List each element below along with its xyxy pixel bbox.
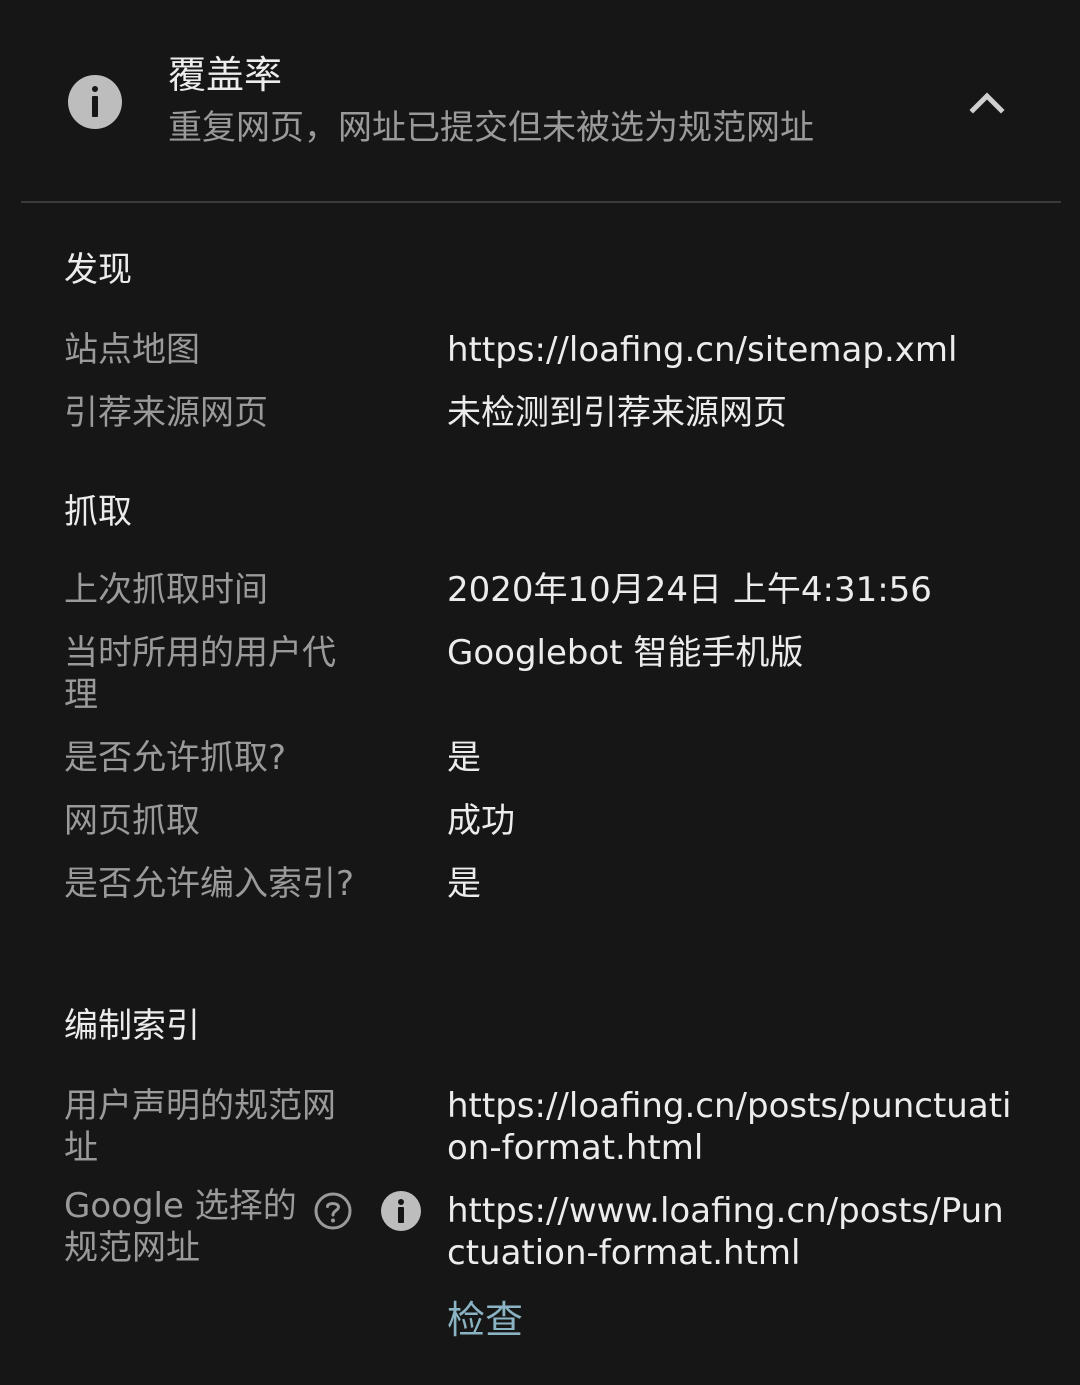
info-icon[interactable] (381, 1191, 421, 1231)
value-user-agent: Googlebot 智能手机版 (447, 633, 804, 673)
label-last-crawl: 上次抓取时间 (64, 570, 268, 610)
label-crawl-allowed: 是否允许抓取? (64, 738, 287, 778)
label-user-agent: 当时所用的用户代理 (64, 633, 336, 715)
collapse-button[interactable] (955, 70, 1019, 134)
coverage-status: 重复网页，网址已提交但未被选为规范网址 (168, 108, 814, 148)
value-referring-page: 未检测到引荐来源网页 (447, 393, 787, 433)
label-sitemap: 站点地图 (64, 330, 200, 370)
help-icon[interactable] (313, 1191, 353, 1231)
value-google-canonical: https://www.loafing.cn/posts/Punctuation… (447, 1191, 1004, 1273)
coverage-header[interactable]: 覆盖率 重复网页，网址已提交但未被选为规范网址 (0, 0, 1080, 200)
section-title-indexing: 编制索引 (64, 1006, 200, 1046)
value-crawl-allowed: 是 (447, 738, 481, 778)
inspect-link[interactable]: 检查 (447, 1296, 523, 1344)
value-last-crawl: 2020年10月24日 上午4:31:56 (447, 570, 932, 610)
label-google-canonical: Google 选择的规范网址 (64, 1186, 297, 1268)
section-title-discovery: 发现 (64, 250, 132, 290)
chevron-up-icon (969, 92, 1005, 114)
label-referring-page: 引荐来源网页 (64, 393, 268, 433)
value-page-fetch: 成功 (447, 801, 515, 841)
label-user-canonical: 用户声明的规范网址 (64, 1086, 336, 1168)
divider (21, 201, 1061, 203)
value-sitemap: https://loafing.cn/sitemap.xml (447, 330, 958, 370)
value-indexing-allowed: 是 (447, 864, 481, 904)
label-indexing-allowed: 是否允许编入索引? (64, 864, 355, 904)
value-user-canonical: https://loafing.cn/posts/punctuation-for… (447, 1086, 1012, 1168)
section-title-crawl: 抓取 (64, 492, 132, 532)
section-title-coverage: 覆盖率 (168, 53, 283, 97)
label-page-fetch: 网页抓取 (64, 801, 200, 841)
info-icon (68, 75, 122, 129)
